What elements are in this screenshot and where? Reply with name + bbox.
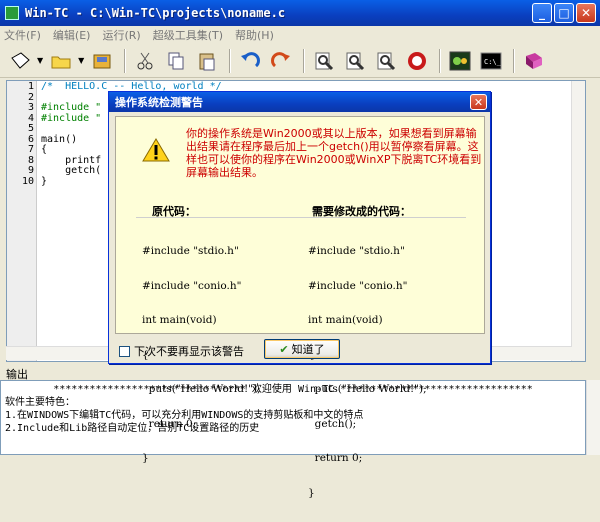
- line-number: 1: [27, 81, 34, 92]
- menu-bar: 文件(F) 编辑(E) 运行(R) 超级工具集(T) 帮助(H): [0, 26, 600, 44]
- paste-icon[interactable]: [193, 47, 221, 75]
- open-folder-icon[interactable]: [47, 47, 75, 75]
- modified-code: #include "stdio.h" #include "conio.h" in…: [308, 223, 427, 522]
- help-book-icon[interactable]: [520, 47, 548, 75]
- menu-file[interactable]: 文件(F): [4, 27, 41, 43]
- open-dropdown-icon[interactable]: ▼: [78, 56, 84, 65]
- find-next-icon[interactable]: [341, 47, 369, 75]
- code-line: puts("Hello World!");: [142, 383, 261, 395]
- build-icon[interactable]: [446, 47, 474, 75]
- dialog-title: 操作系统检测警告: [109, 92, 490, 112]
- menu-tools[interactable]: 超级工具集(T): [153, 27, 223, 43]
- code-line: }: [308, 486, 315, 499]
- output-vertical-scrollbar[interactable]: [586, 380, 600, 455]
- code-line: #include "stdio.h": [308, 245, 405, 257]
- warning-message: 你的操作系统是Win2000或其以上版本，如果想看到屏幕输出结果请在程序最后加上…: [186, 127, 482, 179]
- line-number: 5: [27, 123, 34, 134]
- editor-vertical-scrollbar[interactable]: [571, 81, 585, 361]
- checkbox-label: 下次不要再显示该警告: [134, 345, 244, 358]
- new-dropdown-icon[interactable]: ▼: [37, 56, 43, 65]
- redo-icon[interactable]: [267, 47, 295, 75]
- output-banner: ******************************** 欢迎使用 Wi…: [53, 384, 533, 395]
- output-line: 软件主要特色：: [5, 397, 75, 408]
- toolbar: ▼ ▼ C:\_: [0, 44, 600, 78]
- close-button[interactable]: ✕: [576, 3, 596, 23]
- code-line: #include "conio.h": [308, 279, 408, 292]
- menu-run[interactable]: 运行(R): [102, 27, 140, 43]
- maximize-button[interactable]: □: [554, 3, 574, 23]
- output-line: 2.Include和Lib路径自动定位，告别TC设置路径的历史: [5, 423, 260, 434]
- menu-edit[interactable]: 编辑(E): [53, 27, 91, 43]
- svg-text:C:\_: C:\_: [484, 58, 502, 66]
- new-file-icon[interactable]: [6, 47, 34, 75]
- replace-icon[interactable]: [372, 47, 400, 75]
- dont-show-again-checkbox[interactable]: 下次不要再显示该警告: [119, 343, 244, 359]
- cut-icon[interactable]: [131, 47, 159, 75]
- line-number-gutter: 1 2 3 4 5 6 7 8 9 10: [7, 81, 37, 361]
- copy-icon[interactable]: [162, 47, 190, 75]
- app-icon: [5, 6, 19, 20]
- window-title: Win-TC - C:\Win-TC\projects\noname.c: [25, 6, 286, 20]
- ok-button-label: 知道了: [291, 343, 325, 356]
- divider: [136, 217, 466, 218]
- line-number: 7: [27, 144, 34, 155]
- checkmark-icon: ✔: [279, 342, 289, 356]
- warning-icon: [142, 137, 170, 166]
- dialog-body: 你的操作系统是Win2000或其以上版本，如果想看到屏幕输出结果请在程序最后加上…: [115, 116, 485, 498]
- ok-button[interactable]: ✔ 知道了: [264, 339, 340, 359]
- line-number: 10: [21, 175, 34, 187]
- code-line: #include "conio.h": [142, 279, 242, 292]
- undo-icon[interactable]: [236, 47, 264, 75]
- code-line: int main(void): [308, 314, 383, 326]
- code-line: puts("Hello World!");: [308, 383, 427, 395]
- code-line: int main(void): [142, 314, 217, 326]
- os-warning-dialog: 操作系统检测警告 ✕ 你的操作系统是Win2000或其以上版本，如果想看到屏幕输…: [108, 91, 491, 498]
- dialog-close-button[interactable]: ✕: [470, 94, 487, 110]
- code-line: getch();: [308, 417, 357, 430]
- code-line: return 0;: [142, 417, 197, 430]
- output-line: 1.在WINDOWS下编辑TC代码，可以充分利用WINDOWS的支持剪贴板和中文…: [5, 410, 364, 421]
- line-number: 3: [27, 102, 34, 113]
- menu-help[interactable]: 帮助(H): [235, 27, 274, 43]
- title-bar: Win-TC - C:\Win-TC\projects\noname.c _ □…: [0, 0, 600, 26]
- minimize-button[interactable]: _: [532, 3, 552, 23]
- find-icon[interactable]: [310, 47, 338, 75]
- save-disk-icon[interactable]: [88, 47, 116, 75]
- output-panel[interactable]: ******************************** 欢迎使用 Wi…: [0, 380, 586, 455]
- line-number: 9: [27, 165, 34, 176]
- checkbox-box[interactable]: [119, 345, 130, 357]
- dos-console-icon[interactable]: C:\_: [477, 47, 505, 75]
- compile-run-icon[interactable]: [403, 47, 431, 75]
- code-line: #include "stdio.h": [142, 245, 239, 257]
